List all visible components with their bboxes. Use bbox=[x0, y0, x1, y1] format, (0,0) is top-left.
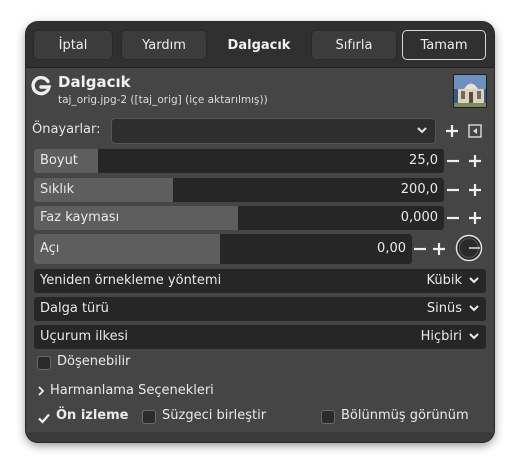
frequency-increase-button[interactable] bbox=[467, 182, 483, 198]
angle-label: Açı bbox=[40, 241, 60, 256]
resampling-method-value: Kübik bbox=[426, 273, 462, 288]
preview-label: Ön izleme bbox=[56, 408, 129, 423]
wave-type-value: Sinüs bbox=[426, 301, 462, 316]
reset-button[interactable]: Sıfırla bbox=[311, 30, 397, 60]
image-subtitle: taj_orig.jpg-2 ([taj_orig] (içe aktarılm… bbox=[58, 94, 268, 106]
blending-options-label: Harmanlama Seçenekleri bbox=[50, 383, 214, 398]
size-increase-button[interactable] bbox=[467, 153, 483, 169]
phase-shift-decrease-button[interactable] bbox=[445, 210, 461, 226]
tileable-label: Döşenebilir bbox=[57, 354, 131, 369]
presets-label: Önayarlar: bbox=[32, 122, 101, 137]
angle-value: 0,00 bbox=[377, 241, 406, 256]
ok-button[interactable]: Tamam bbox=[402, 30, 486, 60]
size-decrease-button[interactable] bbox=[445, 153, 461, 169]
split-view-label: Bölünmüş görünüm bbox=[341, 408, 469, 423]
angle-slider[interactable]: Açı 0,00 bbox=[34, 234, 412, 264]
size-value: 25,0 bbox=[409, 153, 438, 168]
chevron-down-icon bbox=[469, 333, 479, 340]
chevron-right-icon bbox=[38, 385, 45, 396]
abyss-policy-combo[interactable]: Uçurum ilkesi Hiçbiri bbox=[34, 325, 486, 349]
minus-icon bbox=[447, 188, 459, 192]
angle-slider-fill bbox=[34, 234, 220, 264]
frequency-value: 200,0 bbox=[400, 182, 438, 197]
frequency-decrease-button[interactable] bbox=[445, 182, 461, 198]
wave-dialog: İptal Yardım Dalgacık Sıfırla Tamam Dalg… bbox=[26, 22, 494, 442]
preview-checkbox[interactable] bbox=[37, 410, 51, 424]
plus-icon bbox=[469, 212, 481, 224]
cancel-button[interactable]: İptal bbox=[33, 30, 113, 60]
gimp-g-icon bbox=[30, 75, 52, 97]
merge-filter-label: Süzgeci birleştir bbox=[162, 408, 267, 423]
chevron-down-icon bbox=[417, 127, 427, 134]
plus-icon bbox=[469, 155, 481, 167]
size-label: Boyut bbox=[40, 153, 78, 168]
phase-shift-label: Faz kayması bbox=[40, 210, 120, 225]
plus-icon bbox=[469, 184, 481, 196]
menu-arrow-icon bbox=[468, 124, 482, 138]
minus-icon bbox=[447, 159, 459, 163]
checkmark-icon bbox=[38, 413, 50, 424]
angle-dial[interactable] bbox=[455, 234, 483, 262]
frequency-slider[interactable]: Sıklık 200,0 bbox=[34, 178, 444, 202]
dialog-bottom-edge bbox=[26, 432, 494, 442]
phase-shift-increase-button[interactable] bbox=[467, 210, 483, 226]
presets-combo[interactable] bbox=[111, 118, 436, 144]
merge-filter-checkbox[interactable] bbox=[142, 410, 156, 424]
wave-type-combo[interactable]: Dalga türü Sinüs bbox=[34, 297, 486, 321]
split-view-checkbox[interactable] bbox=[321, 410, 335, 424]
phase-shift-value: 0,000 bbox=[400, 210, 438, 225]
angle-increase-button[interactable] bbox=[431, 241, 447, 257]
chevron-down-icon bbox=[469, 305, 479, 312]
preset-menu-button[interactable] bbox=[466, 122, 484, 140]
tileable-checkbox[interactable] bbox=[37, 356, 51, 370]
minus-icon bbox=[447, 216, 459, 220]
help-button[interactable]: Yardım bbox=[121, 30, 207, 60]
chevron-down-icon bbox=[469, 277, 479, 284]
image-thumbnail bbox=[453, 74, 487, 108]
blending-options-expander[interactable]: Harmanlama Seçenekleri bbox=[36, 383, 214, 398]
dialog-header: İptal Yardım Dalgacık Sıfırla Tamam bbox=[26, 22, 494, 68]
phase-shift-slider[interactable]: Faz kayması 0,000 bbox=[34, 206, 444, 230]
angle-dial-icon bbox=[455, 234, 483, 262]
resampling-method-label: Yeniden örnekleme yöntemi bbox=[40, 273, 222, 288]
size-slider[interactable]: Boyut 25,0 bbox=[34, 149, 444, 173]
abyss-policy-value: Hiçbiri bbox=[420, 329, 462, 344]
angle-decrease-button[interactable] bbox=[412, 241, 428, 257]
abyss-policy-label: Uçurum ilkesi bbox=[40, 329, 128, 344]
dialog-title: Dalgacık bbox=[227, 37, 291, 53]
frequency-label: Sıklık bbox=[40, 182, 75, 197]
plugin-title: Dalgacık bbox=[58, 73, 131, 91]
plus-icon bbox=[433, 243, 445, 255]
add-preset-button[interactable] bbox=[443, 122, 461, 140]
resampling-method-combo[interactable]: Yeniden örnekleme yöntemi Kübik bbox=[34, 269, 486, 293]
minus-icon bbox=[414, 247, 426, 251]
plus-icon bbox=[446, 125, 458, 137]
wave-type-label: Dalga türü bbox=[40, 301, 109, 316]
